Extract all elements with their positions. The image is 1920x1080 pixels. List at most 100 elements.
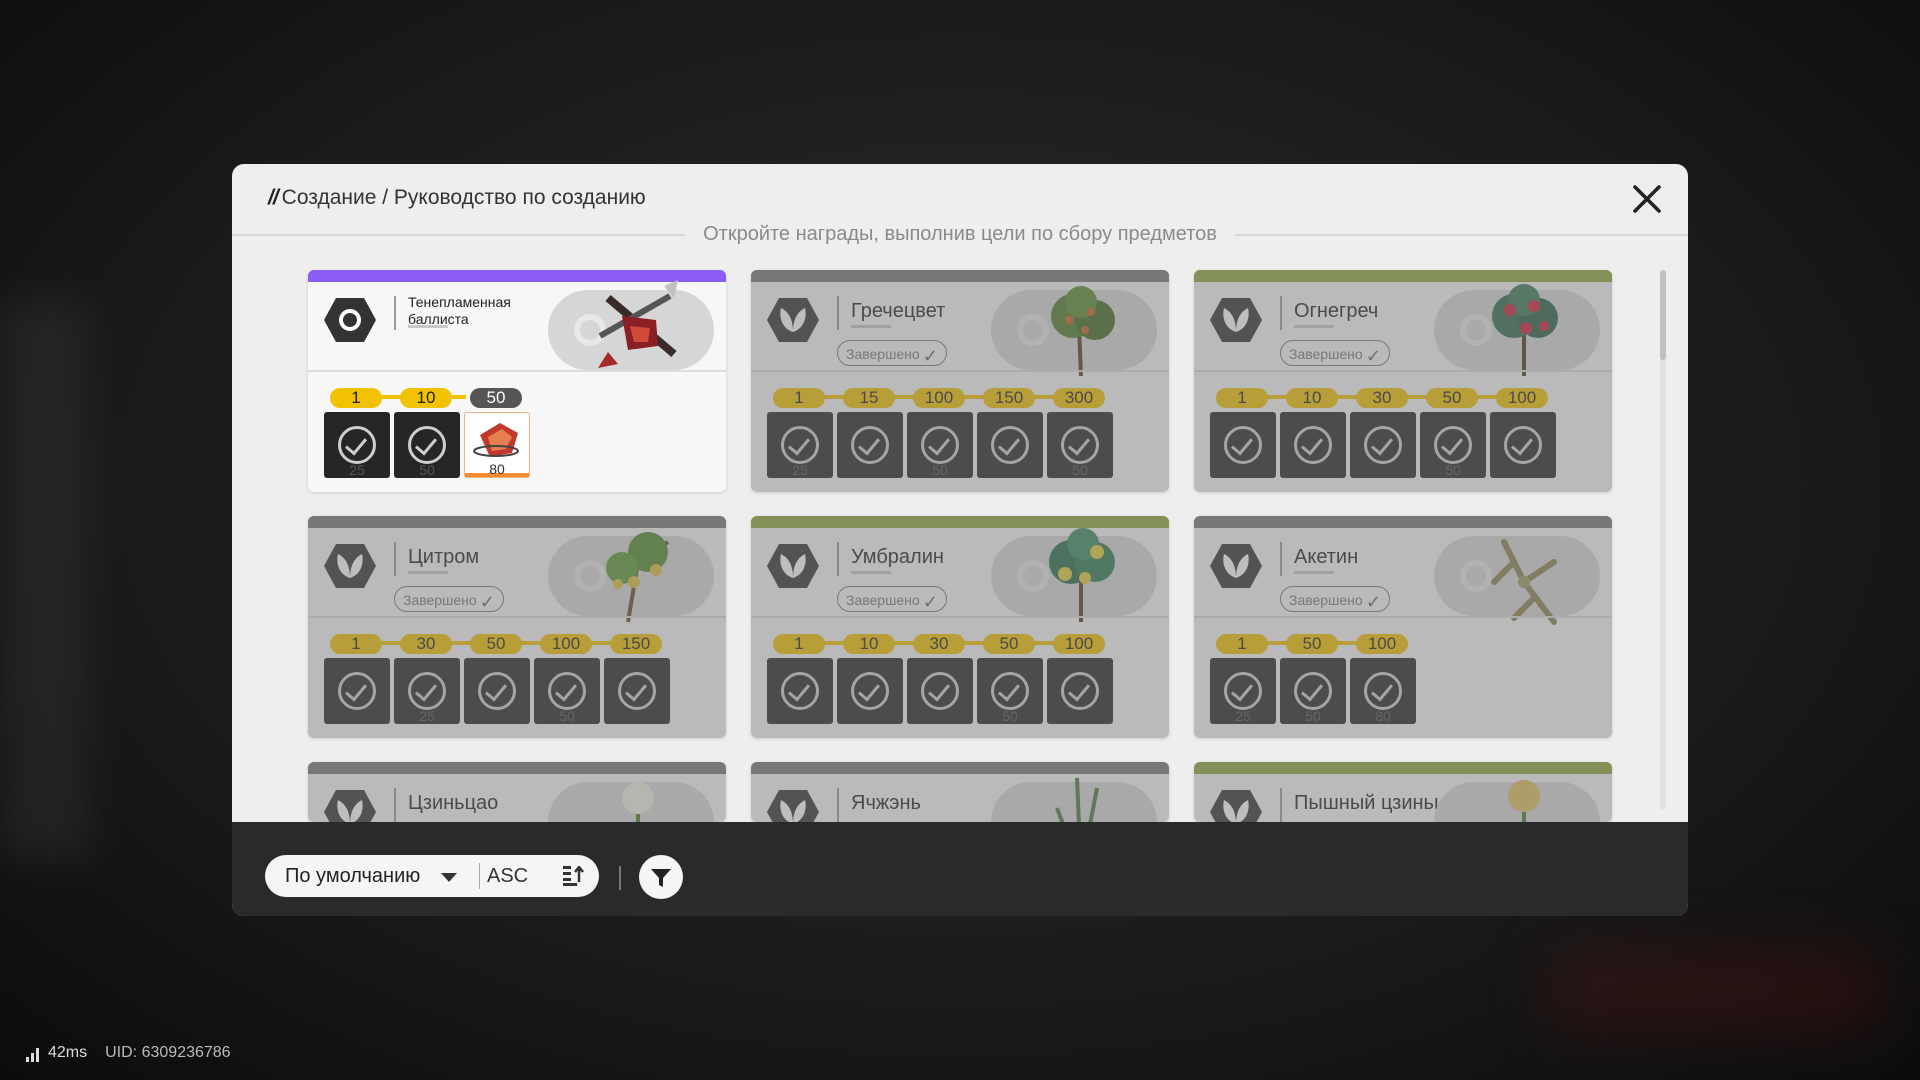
check-circle-icon [478,672,516,710]
check-circle-icon [1504,426,1542,464]
collection-card-umbralin[interactable]: Умбралин Завершено ✓ 1 10 30 50 100 50 [751,516,1169,738]
caret-down-icon[interactable] [441,873,457,882]
collection-card-yazhen[interactable]: Ячжэнь [751,762,1169,822]
reward-slot[interactable] [1490,412,1556,478]
plant-icon [1049,528,1115,622]
reward-slot[interactable]: 50 [907,412,973,478]
status-badge: Завершено ✓ [837,586,947,612]
plant-icon [622,782,654,822]
reward-slot[interactable] [1210,412,1276,478]
filter-button[interactable] [639,855,683,899]
plant-icon [606,532,670,623]
card-top-bar [751,516,1169,528]
check-circle-icon [781,426,819,464]
card-top-bar [1194,516,1612,528]
hexagon-icon [324,298,376,342]
collection-card-jincao[interactable]: Цзиньцао [308,762,726,822]
reward-slot[interactable] [767,658,833,724]
reward-slot[interactable]: 25 [767,412,833,478]
close-button[interactable] [1630,182,1664,216]
leaf-icon [1210,298,1262,342]
check-circle-icon [1364,426,1402,464]
card-name: Акетин [1294,546,1359,568]
plant-icon [1051,286,1115,377]
check-circle-icon [991,672,1029,710]
reward-slot[interactable] [907,658,973,724]
breadcrumb: Создание / Руководство по созданию [281,186,646,209]
leaf-icon [1210,544,1262,588]
reward-slot[interactable]: 50 [394,412,460,478]
card-name: Ячжэнь [851,792,921,814]
crafting-guide-modal: //Создание / Руководство по созданию Отк… [232,164,1688,916]
reward-slot[interactable]: 50 [977,658,1043,724]
close-icon [1633,185,1661,213]
filter-icon [651,869,671,887]
reward-slot[interactable] [1350,412,1416,478]
collection-card-grechetsvet[interactable]: Гречецвет Завершено ✓ 1 15 100 150 300 25… [751,270,1169,492]
reward-slot[interactable]: 25 [1210,658,1276,724]
reward-slot[interactable] [324,658,390,724]
reward-slot[interactable]: 25 [394,658,460,724]
leaf-icon [767,298,819,342]
page-title: //Создание / Руководство по созданию [268,186,646,209]
scrollbar[interactable] [1660,270,1666,810]
footer-toolbar: По умолчанию ASC [232,822,1688,916]
milestone: 10 [400,388,452,408]
card-top-bar [308,516,726,528]
subtitle: Откройте награды, выполнив цели по сбору… [232,223,1688,246]
check-circle-icon [338,672,376,710]
sort-icon[interactable] [563,866,585,886]
card-name: Умбралин [851,546,944,568]
reward-slot[interactable] [837,658,903,724]
reward-slot[interactable] [837,412,903,478]
check-circle-icon [1294,672,1332,710]
ore-icon [473,423,519,457]
leaf-icon [324,790,376,822]
reward-slot[interactable] [977,412,1043,478]
card-top-bar [1194,270,1612,282]
collection-card-lush-jincao[interactable]: Пышный цзиньцао [1194,762,1612,822]
card-name: Тенепламенная баллиста [408,294,511,327]
leaf-icon [767,544,819,588]
collection-card-aketin[interactable]: Акетин Завершено ✓ 1 50 100 25 50 80 [1194,516,1612,738]
collection-card-ognegrech[interactable]: Огнегреч Завершено ✓ 1 10 30 50 100 50 [1194,270,1612,492]
leaf-icon [1210,790,1262,822]
collection-card-citrom[interactable]: Цитром Завершено ✓ 1 30 50 100 150 25 50 [308,516,726,738]
check-circle-icon [548,672,586,710]
reward-slot[interactable] [1280,412,1346,478]
scrollbar-thumb[interactable] [1660,270,1666,360]
check-circle-icon [408,672,446,710]
reward-slot-available[interactable]: 80 [464,412,530,478]
card-name: Пышный цзиньцао [1294,792,1468,814]
reward-slot[interactable] [604,658,670,724]
card-top-bar [751,270,1169,282]
check-circle-icon [408,426,446,464]
collection-card-ballista[interactable]: Тенепламенная баллиста 1 10 50 25 50 80 [308,270,726,492]
sort-dropdown[interactable]: По умолчанию [285,865,420,888]
plant-icon [1055,777,1099,822]
check-circle-icon [1224,672,1262,710]
reward-slot[interactable]: 80 [1350,658,1416,724]
plant-icon [1491,539,1557,625]
reward-slot[interactable]: 50 [1420,412,1486,478]
milestone: 50 [470,388,522,408]
reward-slot[interactable]: 50 [534,658,600,724]
ping-value: 42ms [48,1044,88,1061]
check-circle-icon [1224,426,1262,464]
signal-icon [26,1048,39,1062]
reward-slot[interactable]: 50 [1047,412,1113,478]
status-badge: Завершено ✓ [394,586,504,612]
check-circle-icon [921,426,959,464]
reward-slot[interactable]: 50 [1280,658,1346,724]
status-badge: Завершено ✓ [837,340,947,366]
check-icon: ✓ [1365,346,1381,366]
status-badge: Завершено ✓ [1280,586,1390,612]
check-circle-icon [1434,426,1472,464]
reward-slot[interactable] [1047,658,1113,724]
check-icon: ✓ [1365,592,1381,612]
reward-slot[interactable]: 25 [324,412,390,478]
sort-order-label[interactable]: ASC [487,865,528,888]
reward-slot[interactable] [464,658,530,724]
sort-control: По умолчанию ASC [265,855,599,897]
check-circle-icon [851,426,889,464]
